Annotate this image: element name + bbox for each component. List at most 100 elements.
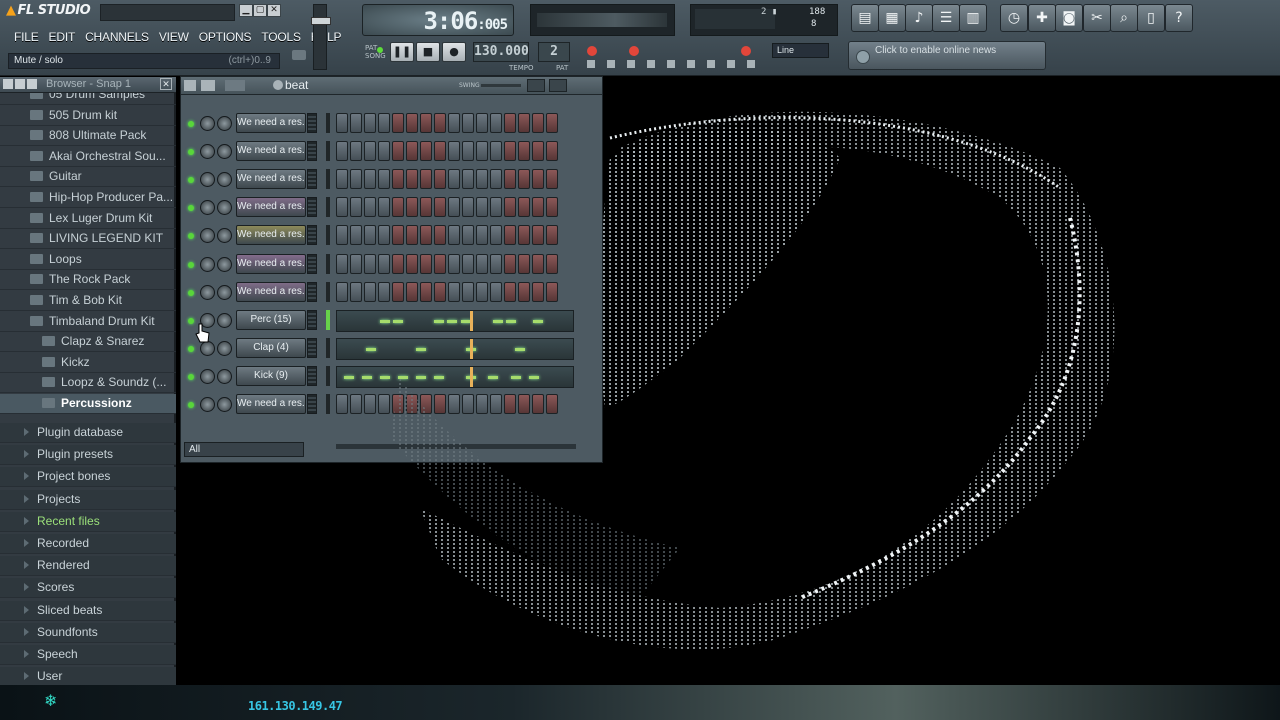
browser-folder-item[interactable]: 05 Drum Samples [0,93,176,105]
channel-volume-knob[interactable] [217,397,232,412]
channel-select-indicator[interactable] [326,225,330,246]
snap-select[interactable]: Line [772,43,829,58]
snowflake-icon[interactable]: ❄ [44,691,57,710]
channel-select-meter[interactable] [307,365,317,386]
tools-icon[interactable]: ✂ [1083,4,1111,32]
channel-select-meter[interactable] [307,394,317,414]
browser-category-item[interactable]: Plugin database [0,423,176,443]
step-button[interactable] [364,113,376,133]
browser-folder-item[interactable]: LIVING LEGEND KIT [0,229,176,250]
browser-folder-item[interactable]: Lex Luger Drum Kit [0,209,176,229]
channel-volume-knob[interactable] [217,284,232,300]
browser-category-item[interactable]: Project bones [0,467,176,488]
browser-folder-item[interactable]: Guitar [0,167,176,188]
step-button[interactable] [350,113,362,133]
channel-mute-led[interactable] [188,373,194,380]
channel-pan-knob[interactable] [200,397,215,412]
step-button[interactable] [336,141,348,162]
channel-name-button[interactable]: We need a res... [236,281,306,302]
channel-name-button[interactable]: Perc (15) [236,309,306,330]
channel-name-button[interactable]: We need a res... [236,169,306,190]
channel-pan-knob[interactable] [200,116,215,131]
browser-collapse-button[interactable] [3,79,13,89]
typing-keyboard-led[interactable] [629,46,639,56]
channel-mute-led[interactable] [188,233,194,240]
pattern-name[interactable]: beat [285,78,308,92]
browser-category-item[interactable]: Recent files [0,511,176,532]
browser-menu-button[interactable] [15,79,25,89]
channel-pan-knob[interactable] [200,172,215,188]
channel-name-button[interactable]: We need a res... [236,225,306,246]
close-button[interactable]: ✕ [267,4,281,17]
channel-select-indicator[interactable] [326,197,330,218]
pattern-mode-led[interactable] [377,47,383,53]
step-button[interactable] [350,253,362,274]
channel-name-button[interactable]: We need a res... [236,394,306,414]
channel-volume-knob[interactable] [217,368,232,384]
mixer-icon[interactable]: ▥ [959,4,987,32]
channel-pan-knob[interactable] [200,144,215,160]
browser-category-item[interactable]: Rendered [0,556,176,577]
browser-folder-item[interactable]: 505 Drum kit [0,106,176,126]
channel-select-meter[interactable] [307,309,317,330]
channel-select-indicator[interactable] [326,281,330,302]
step-button[interactable] [364,169,376,190]
channel-name-button[interactable]: We need a res... [236,141,306,162]
channel-select-indicator[interactable] [326,394,330,414]
seq-menu-button[interactable] [184,80,196,91]
step-button[interactable] [336,225,348,246]
record-button[interactable]: ● [442,42,466,62]
channel-name-button[interactable]: We need a res... [236,253,306,274]
channel-select-indicator[interactable] [326,113,330,133]
browser-category-item[interactable]: Speech [0,645,176,665]
step-button[interactable] [336,169,348,190]
menu-item[interactable]: OPTIONS [195,27,258,47]
channel-mute-led[interactable] [188,402,194,408]
channel-select-meter[interactable] [307,337,317,358]
channel-select-meter[interactable] [307,225,317,246]
channel-select-indicator[interactable] [326,169,330,190]
channel-volume-knob[interactable] [217,200,232,216]
step-button[interactable] [336,394,348,414]
browser-folder-item[interactable]: Loopz & Soundz (... [0,373,176,394]
master-pitch-knob[interactable] [292,50,306,60]
channel-mute-led[interactable] [188,345,194,352]
step-button[interactable] [364,253,376,274]
browser-category-item[interactable]: User [0,667,176,685]
browser-folder-item[interactable]: Kickz [0,353,176,373]
seq-undo-button[interactable] [225,80,245,91]
browser-options-button[interactable] [27,79,37,89]
cpu-icon[interactable]: ◷ [1000,4,1028,32]
browser-folder-item[interactable]: Loops [0,250,176,270]
browser-category-item[interactable]: Soundfonts [0,622,176,643]
minimize-button[interactable]: ▁ [239,4,253,17]
step-button[interactable] [350,197,362,218]
channel-select-indicator[interactable] [326,309,330,330]
search-icon[interactable]: ⌕ [1110,4,1138,32]
browser-folder-item[interactable]: Timbaland Drum Kit [0,312,176,332]
channel-volume-knob[interactable] [217,256,232,272]
channel-select-meter[interactable] [307,169,317,190]
step-button[interactable] [336,113,348,133]
channel-pan-knob[interactable] [200,200,215,216]
step-button[interactable] [350,394,362,414]
seq-minus-button[interactable] [201,80,215,91]
channel-select-indicator[interactable] [326,337,330,358]
channel-name-button[interactable]: Kick (9) [236,365,306,386]
pattern-add-icon[interactable] [273,80,283,90]
channel-volume-knob[interactable] [217,228,232,244]
channel-volume-knob[interactable] [217,144,232,160]
stop-button[interactable]: ■ [416,42,440,62]
step-button[interactable] [336,281,348,302]
channel-volume-knob[interactable] [217,340,232,356]
step-button[interactable] [364,394,376,414]
channel-select-meter[interactable] [307,281,317,302]
pause-button[interactable]: ❚❚ [390,42,414,62]
channel-select-meter[interactable] [307,253,317,274]
step-button[interactable] [364,197,376,218]
step-button[interactable] [336,253,348,274]
channel-mute-led[interactable] [188,261,194,268]
browser-folder-item[interactable]: Akai Orchestral Sou... [0,147,176,167]
save-icon[interactable]: ◙ [1055,4,1083,32]
browser-folder-item[interactable]: Percussionz [0,394,176,414]
